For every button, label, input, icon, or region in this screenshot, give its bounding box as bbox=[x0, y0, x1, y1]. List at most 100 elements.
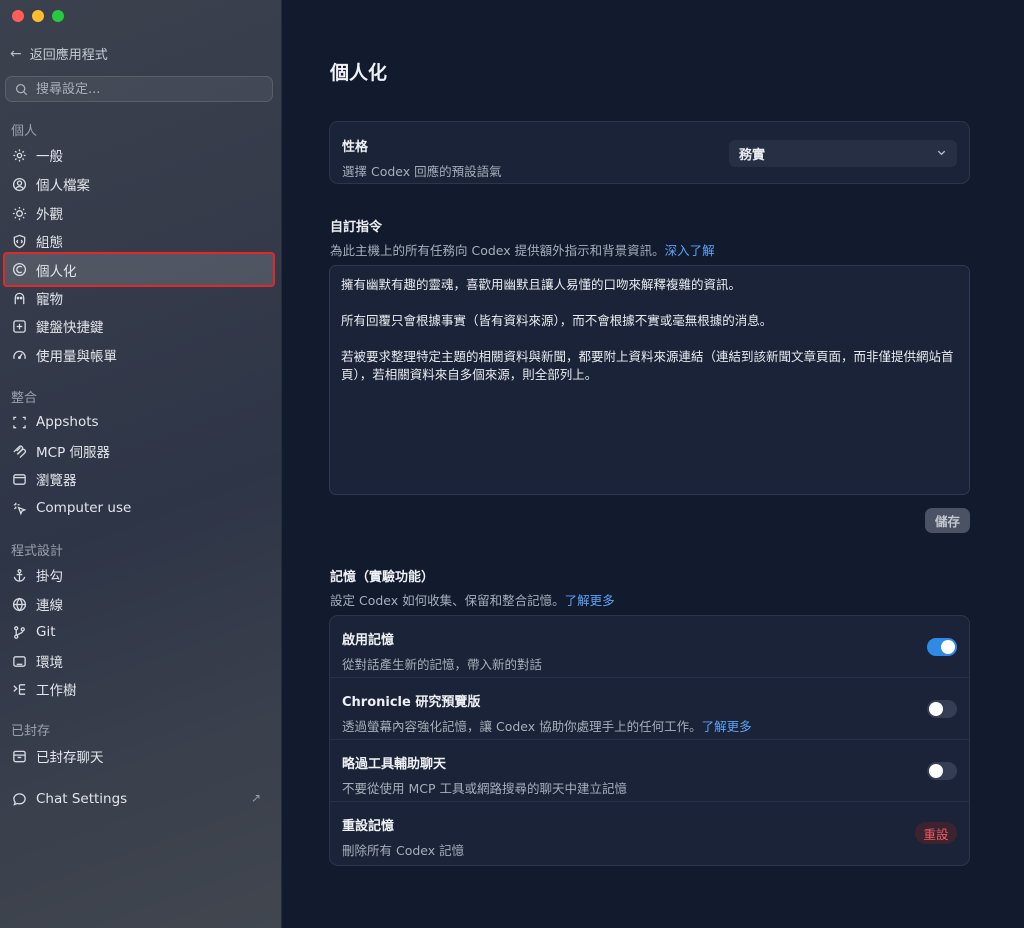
globe-icon bbox=[11, 596, 28, 613]
sidebar-item-computer-use[interactable]: Computer use bbox=[5, 493, 273, 523]
sidebar-item-label: 瀏覽器 bbox=[36, 473, 77, 489]
custom-instructions-textarea[interactable]: 擁有幽默有趣的靈魂，喜歡用幽默且讓人易懂的口吻來解釋複雜的資訊。 所有回覆只會根… bbox=[329, 265, 970, 495]
sidebar-item-pets[interactable]: 寵物 bbox=[5, 283, 273, 313]
zoom-window-button[interactable] bbox=[52, 10, 64, 22]
toggle-knob bbox=[929, 702, 943, 716]
sidebar-item-profile[interactable]: 個人檔案 bbox=[5, 169, 273, 199]
sidebar-item-label: 組態 bbox=[36, 235, 63, 251]
section-label-integration: 整合 bbox=[11, 391, 38, 406]
sidebar-item-mcp[interactable]: MCP 伺服器 bbox=[5, 436, 273, 466]
sidebar-item-label: 個人化 bbox=[36, 263, 77, 280]
sidebar-item-label: 已封存聊天 bbox=[36, 750, 104, 766]
back-to-app-label: 返回應用程式 bbox=[29, 48, 108, 63]
sidebar-item-label: 一般 bbox=[36, 149, 63, 165]
sidebar-item-personalization[interactable]: 個人化 bbox=[3, 252, 275, 287]
personalization-icon bbox=[11, 261, 28, 278]
sidebar-item-worktree[interactable]: 工作樹 bbox=[5, 674, 273, 704]
chronicle-toggle[interactable] bbox=[927, 700, 957, 718]
memory-row-reset: 重設記憶 刪除所有 Codex 記憶 重設 bbox=[330, 802, 969, 864]
sidebar-item-usage[interactable]: 使用量與帳單 bbox=[5, 340, 273, 370]
mcp-icon bbox=[11, 443, 28, 460]
sidebar-item-environment[interactable]: 環境 bbox=[5, 646, 273, 676]
git-branch-icon bbox=[11, 624, 28, 641]
back-to-app-link[interactable]: ← 返回應用程式 bbox=[10, 44, 108, 64]
close-window-button[interactable] bbox=[12, 10, 24, 22]
save-button[interactable]: 儲存 bbox=[925, 508, 970, 533]
chat-bubble-icon bbox=[11, 791, 28, 808]
settings-search[interactable] bbox=[5, 76, 273, 102]
search-input[interactable] bbox=[36, 81, 256, 97]
sidebar-item-label: 個人檔案 bbox=[36, 178, 90, 194]
sidebar-item-general[interactable]: 一般 bbox=[5, 140, 273, 170]
sidebar-item-label: 寵物 bbox=[36, 292, 63, 308]
memory-learn-more-link[interactable]: 了解更多 bbox=[565, 593, 615, 608]
browser-window-icon bbox=[11, 471, 28, 488]
sidebar-item-archived-chats[interactable]: 已封存聊天 bbox=[5, 741, 273, 771]
memory-desc: 設定 Codex 如何收集、保留和整合記憶。了解更多 bbox=[330, 590, 615, 609]
keyboard-icon bbox=[11, 318, 28, 335]
memory-row-desc: 刪除所有 Codex 記憶 bbox=[342, 843, 465, 858]
sun-icon bbox=[11, 205, 28, 222]
memory-title: 記憶（實驗功能） bbox=[330, 570, 435, 585]
sidebar-item-label: Appshots bbox=[36, 414, 99, 430]
enable-memory-toggle[interactable] bbox=[927, 638, 957, 656]
custom-instructions-desc-text: 為此主機上的所有任務向 Codex 提供額外指示和背景資訊。 bbox=[330, 243, 665, 258]
sidebar-item-label: 工作樹 bbox=[36, 683, 77, 699]
skip-tool-chats-toggle[interactable] bbox=[927, 762, 957, 780]
personality-select[interactable]: 務實 bbox=[729, 140, 957, 167]
minimize-window-button[interactable] bbox=[32, 10, 44, 22]
memory-row-skip-tools: 略過工具輔助聊天 不要從使用 MCP 工具或網路搜尋的聊天中建立記憶 bbox=[330, 740, 969, 802]
memory-desc-text: 設定 Codex 如何收集、保留和整合記憶。 bbox=[330, 593, 565, 608]
section-label-personal: 個人 bbox=[11, 124, 38, 139]
sidebar-item-label: Git bbox=[36, 624, 56, 640]
gauge-icon bbox=[11, 347, 28, 364]
section-label-archived: 已封存 bbox=[11, 724, 51, 739]
anchor-icon bbox=[11, 567, 28, 584]
pet-icon bbox=[11, 290, 28, 307]
memory-row-title: Chronicle 研究預覽版 bbox=[342, 695, 481, 710]
sidebar-item-label: Computer use bbox=[36, 500, 132, 516]
learn-more-link[interactable]: 深入了解 bbox=[665, 243, 715, 258]
sidebar-item-appshots[interactable]: Appshots bbox=[5, 407, 273, 437]
memory-row-desc: 透過螢幕內容強化記憶，讓 Codex 協助你處理手上的任何工作。了解更多 bbox=[342, 716, 957, 735]
settings-content: 個人化 性格 選擇 Codex 回應的預設語氣 務實 自訂指令 為此主機上的所有… bbox=[283, 0, 1024, 928]
sidebar-item-browser[interactable]: 瀏覽器 bbox=[5, 464, 273, 494]
terminal-icon bbox=[11, 653, 28, 670]
sidebar-item-configuration[interactable]: 組態 bbox=[5, 226, 273, 256]
sidebar-item-hooks[interactable]: 掛勾 bbox=[5, 560, 273, 590]
chevron-down-icon bbox=[936, 147, 947, 161]
cursor-sparkle-icon bbox=[11, 500, 28, 517]
sidebar-item-connections[interactable]: 連線 bbox=[5, 589, 273, 619]
archive-box-icon bbox=[11, 748, 28, 765]
toggle-knob bbox=[941, 640, 955, 654]
sidebar-item-label: 鍵盤快捷鍵 bbox=[36, 320, 104, 336]
memory-row-title: 重設記憶 bbox=[342, 819, 395, 834]
memory-row-title: 啟用記憶 bbox=[342, 633, 395, 648]
memory-row-desc: 不要從使用 MCP 工具或網路搜尋的聊天中建立記憶 bbox=[342, 781, 627, 796]
gear-icon bbox=[11, 147, 28, 164]
reset-memory-button[interactable]: 重設 bbox=[915, 822, 957, 844]
user-circle-icon bbox=[11, 176, 28, 193]
capture-frame-icon bbox=[11, 414, 28, 431]
personality-selected-value: 務實 bbox=[739, 148, 766, 163]
custom-instructions-desc: 為此主機上的所有任務向 Codex 提供額外指示和背景資訊。深入了解 bbox=[330, 240, 715, 259]
sidebar-item-appearance[interactable]: 外觀 bbox=[5, 198, 273, 228]
chronicle-learn-more-link[interactable]: 了解更多 bbox=[702, 719, 752, 734]
external-link-icon: ↗ bbox=[250, 791, 261, 805]
sidebar-item-git[interactable]: Git bbox=[5, 617, 273, 647]
custom-instructions-title: 自訂指令 bbox=[330, 220, 383, 235]
window-controls bbox=[12, 10, 64, 22]
sidebar-item-label: Chat Settings bbox=[36, 791, 128, 807]
memory-row-desc-text: 透過螢幕內容強化記憶，讓 Codex 協助你處理手上的任何工作。 bbox=[342, 719, 702, 734]
sidebar: ← 返回應用程式 個人 一般 個人檔案 外觀 組態 bbox=[0, 0, 282, 928]
sidebar-item-label: 外觀 bbox=[36, 207, 63, 223]
worktree-icon bbox=[11, 681, 28, 698]
sidebar-item-label: MCP 伺服器 bbox=[36, 445, 111, 461]
memory-row-chronicle: Chronicle 研究預覽版 透過螢幕內容強化記憶，讓 Codex 協助你處理… bbox=[330, 678, 969, 740]
arrow-left-icon: ← bbox=[10, 45, 22, 62]
sidebar-item-chat-settings[interactable]: Chat Settings ↗ bbox=[5, 784, 273, 814]
page-title: 個人化 bbox=[330, 62, 388, 84]
memory-row-desc: 從對話產生新的記憶，帶入新的對話 bbox=[342, 657, 543, 672]
memory-row-title: 略過工具輔助聊天 bbox=[342, 757, 447, 772]
sidebar-item-shortcuts[interactable]: 鍵盤快捷鍵 bbox=[5, 311, 273, 341]
